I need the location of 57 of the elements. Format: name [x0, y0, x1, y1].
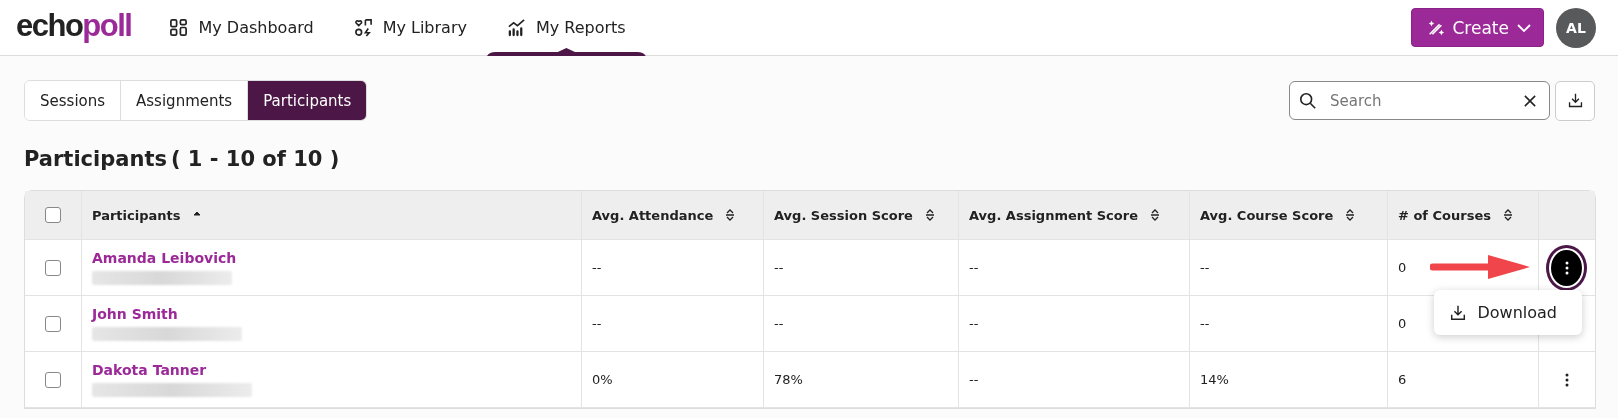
table-cell: 0	[1398, 316, 1407, 331]
table-cell: 0%	[592, 372, 613, 387]
tab[interactable]: Sessions	[25, 81, 122, 120]
table-cell: 14%	[1200, 372, 1229, 387]
sort-icon[interactable]	[924, 208, 935, 222]
select-all-checkbox[interactable]	[45, 207, 61, 223]
table-cell: --	[774, 316, 784, 331]
chart-icon	[506, 18, 526, 37]
magic-wand-icon	[1426, 18, 1445, 37]
table-cell: --	[969, 316, 979, 331]
create-button[interactable]: Create	[1410, 8, 1544, 47]
sort-icon[interactable]	[1345, 208, 1356, 222]
row-checkbox[interactable]	[45, 371, 61, 388]
nav-link[interactable]: My Library	[333, 0, 487, 55]
table-cell: 6	[1398, 372, 1407, 387]
nav-link[interactable]: My Reports	[486, 0, 646, 55]
participant-link[interactable]: John Smith	[92, 306, 178, 322]
table-cell: --	[969, 372, 979, 387]
sort-icon[interactable]	[1502, 208, 1513, 222]
shapes-icon	[353, 18, 373, 37]
participant-link[interactable]: Amanda Leibovich	[92, 250, 237, 266]
table-cell: 0	[1398, 260, 1407, 275]
download-button[interactable]	[1555, 80, 1595, 121]
table-cell: --	[592, 316, 602, 331]
column-header[interactable]: Avg. Attendance	[592, 207, 714, 223]
column-header[interactable]: Avg. Course Score	[1200, 207, 1334, 223]
table-cell: --	[774, 260, 784, 275]
table-cell: 78%	[774, 372, 803, 387]
row-checkbox[interactable]	[45, 259, 61, 276]
participant-link[interactable]: Dakota Tanner	[92, 362, 207, 378]
row-checkbox[interactable]	[45, 315, 61, 332]
sort-icon[interactable]	[725, 208, 736, 222]
table-cell: --	[1200, 316, 1210, 331]
grid-icon	[169, 18, 189, 37]
echopoll-logo[interactable]: echopoll	[16, 7, 132, 44]
tab[interactable]: Participants	[248, 81, 367, 120]
page-title: Participants	[24, 147, 167, 171]
download-icon	[1449, 303, 1468, 322]
row-menu-button[interactable]	[1549, 247, 1584, 288]
user-avatar[interactable]: AL	[1556, 7, 1596, 48]
chevron-down-icon	[1517, 22, 1531, 33]
nav-link[interactable]: My Dashboard	[149, 0, 334, 55]
column-header[interactable]: # of Courses	[1398, 207, 1491, 223]
more-icon	[1564, 260, 1569, 275]
table-cell: --	[969, 260, 979, 275]
clear-icon[interactable]	[1524, 95, 1536, 107]
search-field[interactable]: Search	[1289, 81, 1550, 120]
search-icon	[1299, 92, 1317, 110]
table-cell: --	[592, 260, 602, 275]
sort-icon[interactable]	[1150, 208, 1160, 222]
column-header[interactable]: Participants	[92, 207, 181, 223]
result-range: ( 1 - 10 of 10 )	[170, 147, 340, 171]
column-header[interactable]: Avg. Assignment Score	[969, 207, 1138, 223]
column-header[interactable]: Avg. Session Score	[774, 207, 913, 223]
more-icon	[1564, 372, 1569, 387]
table-cell: --	[1200, 260, 1210, 275]
download-icon	[1566, 92, 1584, 109]
